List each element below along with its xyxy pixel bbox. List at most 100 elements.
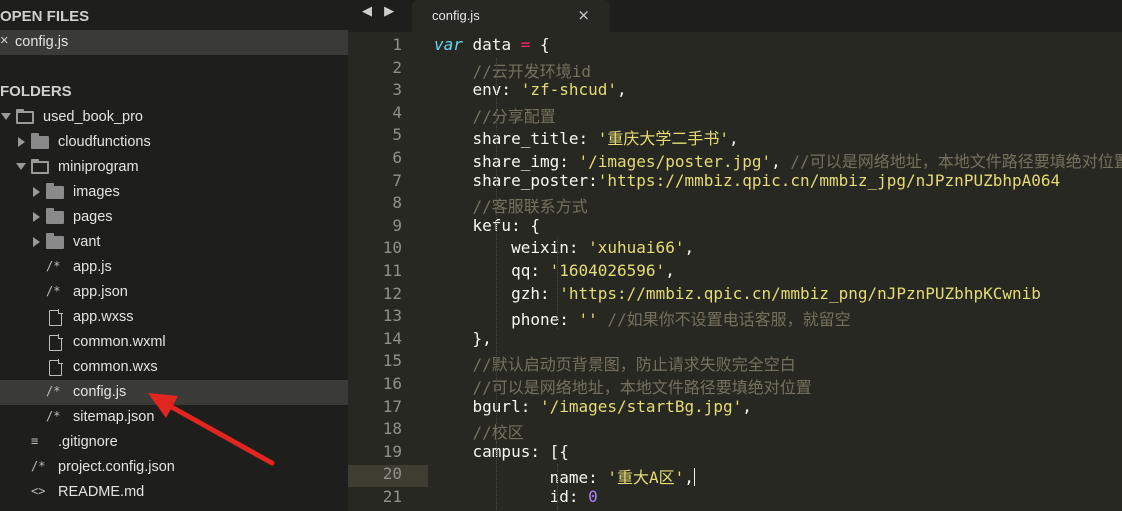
code-line[interactable]: name: '重大A区', [434,464,695,488]
tree-item-common-wxml[interactable]: common.wxml [0,330,348,355]
code-file-icon: /* [31,459,46,473]
tab-close-icon[interactable]: × [577,6,590,24]
tree-item-miniprogram[interactable]: miniprogram [0,155,348,180]
tree-item-pages[interactable]: pages [0,205,348,230]
close-icon[interactable]: × [0,33,8,49]
line-number: 12 [382,283,402,303]
folder-open-icon [31,159,49,174]
tree-item-label: common.wxml [73,334,166,350]
code-editor[interactable]: 1 var data = {2 //云开发环境id 3 env: 'zf-shcud… [348,32,1122,511]
tree-item-app-json[interactable]: /* app.json [0,280,348,305]
text-file-icon: ≡ [31,434,39,448]
code-line[interactable]: kefu: { [434,216,540,235]
file-icon [49,359,63,376]
code-line[interactable]: env: 'zf-shcud', [434,80,627,99]
code-line[interactable]: }, [434,329,492,348]
tree-item-readme-md[interactable]: <> README.md [0,480,348,505]
code-token: campus: [{ [434,441,569,461]
line-number: 15 [382,351,402,371]
line-number: 3 [392,80,402,100]
code-line[interactable]: //默认启动页背景图，防止请求失败完全空白 [434,351,796,375]
code-line[interactable]: //可以是网络地址，本地文件路径要填绝对位置 [434,374,812,398]
chevron-right-icon[interactable] [33,187,40,197]
code-line[interactable]: weixin: 'xuhuai66', [434,238,694,257]
code-line[interactable]: id: 0 [434,487,598,506]
code-token: weixin: [434,238,589,258]
code-line[interactable]: qq: '1604026596', [434,261,675,280]
code-line[interactable]: //云开发环境id [434,58,592,82]
line-number: 21 [382,487,402,506]
open-files-header: OPEN FILES [0,8,90,25]
code-token: id: [434,487,589,506]
code-token: , [729,129,739,149]
folder-icon [46,233,64,249]
tree-item-label: app.wxss [73,309,134,325]
code-token: 'https://mmbiz.qpic.cn/mmbiz_jpg/nJPznPU… [597,170,1061,190]
markup-file-icon: <> [31,484,46,498]
tree-item-config-js[interactable]: /* config.js [0,380,348,405]
tree-item-label: pages [73,209,113,225]
chevron-right-icon[interactable] [18,137,25,147]
tree-item-cloudfunctions[interactable]: cloudfunctions [0,130,348,155]
code-line[interactable]: gzh: 'https://mmbiz.qpic.cn/mmbiz_png/nJ… [434,284,1041,303]
code-line[interactable]: //客服联系方式 [434,193,588,217]
tree-item-app-js[interactable]: /* app.js [0,255,348,280]
tree-item-common-wxs[interactable]: common.wxs [0,355,348,380]
tree-item-used-book-pro[interactable]: used_book_pro [0,105,348,130]
chevron-down-icon[interactable] [16,163,26,170]
tree-item-sitemap-json[interactable]: /* sitemap.json [0,405,348,430]
indent-guide [496,441,497,510]
code-token: , [742,396,752,416]
line-number: 18 [382,419,402,439]
tree-item-label: vant [73,234,101,250]
open-file-config-js[interactable]: × config.js [0,30,348,55]
chevron-right-icon[interactable] [33,212,40,222]
folder-icon [31,133,49,149]
line-number: 20 [382,464,402,484]
code-token: share_poster: [434,170,598,190]
code-file-icon: /* [46,259,61,273]
code-token: name: [434,468,608,488]
tree-item-label: app.json [73,284,128,300]
code-token: , [771,152,791,171]
tree-item-gitignore[interactable]: ≡ .gitignore [0,430,348,455]
code-token: env: [434,80,521,100]
tree-item-vant[interactable]: vant [0,230,348,255]
code-token: //可以是网络地址，本地文件路径要填绝对位置 [434,378,812,397]
tree-item-label: config.js [73,384,127,400]
line-number: 4 [392,102,402,122]
line-number: 5 [392,125,402,145]
code-line[interactable]: share_img: '/images/poster.jpg', //可以是网络… [434,148,1122,172]
file-icon [49,309,63,326]
tree-item-project-config-json[interactable]: /* project.config.json [0,455,348,480]
chevron-down-icon[interactable] [1,113,11,120]
code-token: , [684,468,694,488]
tree-item-images[interactable]: images [0,180,348,205]
code-line[interactable]: //校区 [434,419,524,443]
code-token: bgurl: [434,396,540,416]
line-number: 19 [382,441,402,461]
tab-label: config.js [432,8,480,23]
code-line[interactable]: bgurl: '/images/startBg.jpg', [434,397,752,416]
line-number: 1 [392,35,402,54]
code-line[interactable]: var data = { [434,35,550,54]
code-token: , [684,238,695,258]
tab-nav-arrows[interactable]: ◀ ▶ [362,4,398,19]
code-token: kefu: { [434,215,540,235]
code-line[interactable]: share_poster:'https://mmbiz.qpic.cn/mmbi… [434,170,1061,190]
code-token: //分享配置 [434,106,556,126]
tab-config-js[interactable]: config.js × [412,0,610,32]
chevron-right-icon[interactable] [33,237,40,247]
code-file-icon: /* [46,409,61,423]
code-token: qq: [434,261,550,280]
code-token: share_title: [434,129,598,149]
code-line[interactable]: //分享配置 [434,103,556,127]
code-token: '1604026596' [549,261,666,280]
code-token: '' [578,310,598,330]
code-line[interactable]: share_title: '重庆大学二手书', [434,125,739,149]
code-line[interactable]: campus: [{ [434,442,569,461]
tree-item-app-wxss[interactable]: app.wxss [0,305,348,330]
code-token: , [617,80,627,100]
tree-item-label: common.wxs [73,359,158,375]
code-token: //可以是网络地址，本地文件路径要填绝对位置 [790,152,1122,171]
